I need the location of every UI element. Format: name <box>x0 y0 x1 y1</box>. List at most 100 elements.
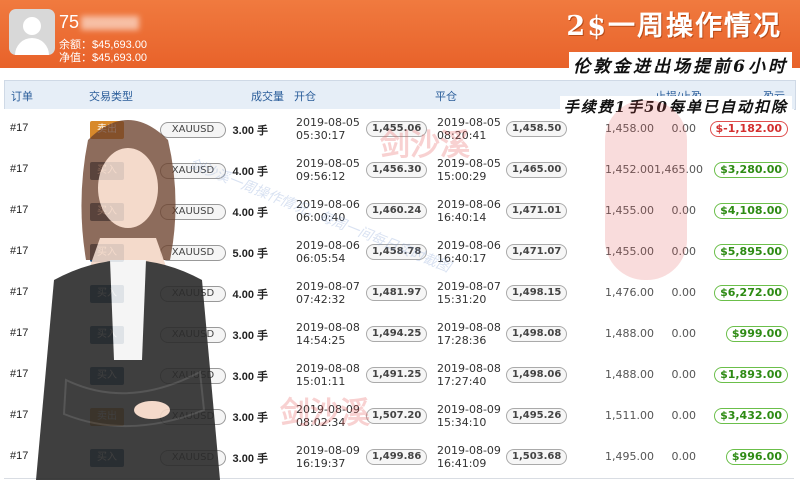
profit-value: $4,108.00 <box>714 203 788 219</box>
symbol-pill: XAUUSD <box>160 163 226 179</box>
equity-line: 净值：$45,693.00 <box>59 49 147 65</box>
stop-loss: 1,495.00 <box>605 450 654 463</box>
order-id: #17 <box>10 122 29 134</box>
symbol-pill: XAUUSD <box>160 245 226 261</box>
close-date: 2019-08-06 <box>437 239 501 252</box>
close-date: 2019-08-05 <box>437 116 501 129</box>
close-time: 15:00:29 <box>437 170 487 183</box>
close-date: 2019-08-06 <box>437 198 501 211</box>
close-time: 15:34:10 <box>437 416 487 429</box>
close-time: 16:41:09 <box>437 457 487 470</box>
col-volume[interactable]: 成交量 <box>251 88 284 104</box>
close-price: 1,498.08 <box>506 326 568 342</box>
close-price: 1,471.01 <box>506 203 568 219</box>
close-price: 1,458.50 <box>506 121 568 137</box>
open-date: 2019-08-09 <box>296 403 360 416</box>
table-row[interactable]: #17 买入 XAUUSD 4.00 手 2019-08-06 06:00:40 1,460… <box>4 191 794 233</box>
open-date: 2019-08-06 <box>296 239 360 252</box>
table-row[interactable]: #17 买入 XAUUSD 3.00 手 2019-08-08 14:54:25 1,494… <box>4 314 794 356</box>
trade-type-badge: 买入 <box>90 367 124 385</box>
open-time: 05:30:17 <box>296 129 346 142</box>
account-id: 75 <box>59 12 140 33</box>
open-price: 1,499.86 <box>366 449 428 465</box>
trade-type-badge: 买入 <box>90 449 124 467</box>
open-price: 1,507.20 <box>366 408 428 424</box>
close-price: 1,465.00 <box>506 162 568 178</box>
close-date: 2019-08-05 <box>437 157 501 170</box>
profit-value: $-1,182.00 <box>709 121 788 137</box>
account-id-prefix: 75 <box>59 12 80 32</box>
table-row[interactable]: #17 买入 XAUUSD 3.00 手 2019-08-09 16:19:37 1,499… <box>4 437 794 479</box>
volume-value: 3.00 手 <box>232 125 268 137</box>
symbol-pill: XAUUSD <box>160 122 226 138</box>
close-price: 1,498.15 <box>506 285 568 301</box>
volume-value: 5.00 手 <box>232 248 268 260</box>
trade-type-badge: 买入 <box>90 162 124 180</box>
close-price: 1,495.26 <box>506 408 568 424</box>
close-time: 16:40:14 <box>437 211 487 224</box>
open-date: 2019-08-09 <box>296 444 360 457</box>
table-row[interactable]: #17 买入 XAUUSD 3.00 手 2019-08-08 15:01:11 1,491… <box>4 355 794 397</box>
close-date: 2019-08-09 <box>437 444 501 457</box>
take-profit: 0.00 <box>671 450 697 463</box>
equity-value: $45,693.00 <box>92 52 148 64</box>
close-date: 2019-08-08 <box>437 362 501 375</box>
order-id: #17 <box>10 327 29 339</box>
trade-type-badge: 买入 <box>90 203 124 221</box>
trade-type-badge: 买入 <box>90 285 124 303</box>
close-date: 2019-08-07 <box>437 280 501 293</box>
stop-loss: 1,476.00 <box>605 286 654 299</box>
stop-loss: 1,458.00 <box>605 122 654 135</box>
banner-line2: 手续费1手50每单已自动扣除 <box>559 96 792 117</box>
profit-value: $6,272.00 <box>714 285 788 301</box>
open-time: 06:00:40 <box>296 211 346 224</box>
volume-value: 3.00 手 <box>232 453 268 465</box>
open-time: 07:42:32 <box>296 293 346 306</box>
close-price: 1,503.68 <box>506 449 568 465</box>
symbol-pill: XAUUSD <box>160 450 226 466</box>
profit-value: $996.00 <box>725 449 788 465</box>
open-price: 1,458.78 <box>366 244 428 260</box>
symbol-pill: XAUUSD <box>160 204 226 220</box>
table-row[interactable]: #17 卖出 XAUUSD 3.00 手 2019-08-09 08:02:34 1,507… <box>4 396 794 438</box>
open-time: 16:19:37 <box>296 457 346 470</box>
avatar-head-shape <box>23 17 41 35</box>
close-time: 16:40:17 <box>437 252 487 265</box>
col-order[interactable]: 订单 <box>11 88 33 104</box>
trade-type-badge: 买入 <box>90 244 124 262</box>
avatar-body-shape <box>15 38 49 55</box>
take-profit: 0.00 <box>671 204 697 217</box>
trade-type-badge: 卖出 <box>90 408 124 426</box>
col-type[interactable]: 交易类型 <box>89 88 133 104</box>
stop-loss: 1,511.00 <box>605 409 654 422</box>
close-date: 2019-08-09 <box>437 403 501 416</box>
avatar[interactable] <box>9 9 55 55</box>
profit-value: $5,895.00 <box>714 244 788 260</box>
table-row[interactable]: #17 买入 XAUUSD 4.00 手 2019-08-05 09:56:12 1,456… <box>4 150 794 192</box>
account-id-redacted <box>81 16 140 31</box>
open-time: 09:56:12 <box>296 170 346 183</box>
volume-value: 4.00 手 <box>232 207 268 219</box>
col-close[interactable]: 平仓 <box>435 88 457 104</box>
close-time: 17:28:36 <box>437 334 487 347</box>
trade-type-badge: 买入 <box>90 326 124 344</box>
order-id: #17 <box>10 286 29 298</box>
order-id: #17 <box>10 163 29 175</box>
equity-label: 净值： <box>59 52 92 64</box>
table-row[interactable]: #17 买入 XAUUSD 5.00 手 2019-08-06 06:05:54 1,458… <box>4 232 794 274</box>
stop-loss: 1,455.00 <box>605 204 654 217</box>
close-time: 17:27:40 <box>437 375 487 388</box>
open-price: 1,456.30 <box>366 162 428 178</box>
stop-loss: 1,488.00 <box>605 327 654 340</box>
open-date: 2019-08-05 <box>296 157 360 170</box>
symbol-pill: XAUUSD <box>160 368 226 384</box>
order-id: #17 <box>10 368 29 380</box>
col-open[interactable]: 开仓 <box>294 88 316 104</box>
symbol-pill: XAUUSD <box>160 327 226 343</box>
open-price: 1,455.06 <box>366 121 428 137</box>
volume-value: 4.00 手 <box>232 289 268 301</box>
profit-value: $3,280.00 <box>714 162 788 178</box>
symbol-pill: XAUUSD <box>160 286 226 302</box>
table-row[interactable]: #17 买入 XAUUSD 4.00 手 2019-08-07 07:42:32 1,481… <box>4 273 794 315</box>
stop-loss: 1,455.00 <box>605 245 654 258</box>
